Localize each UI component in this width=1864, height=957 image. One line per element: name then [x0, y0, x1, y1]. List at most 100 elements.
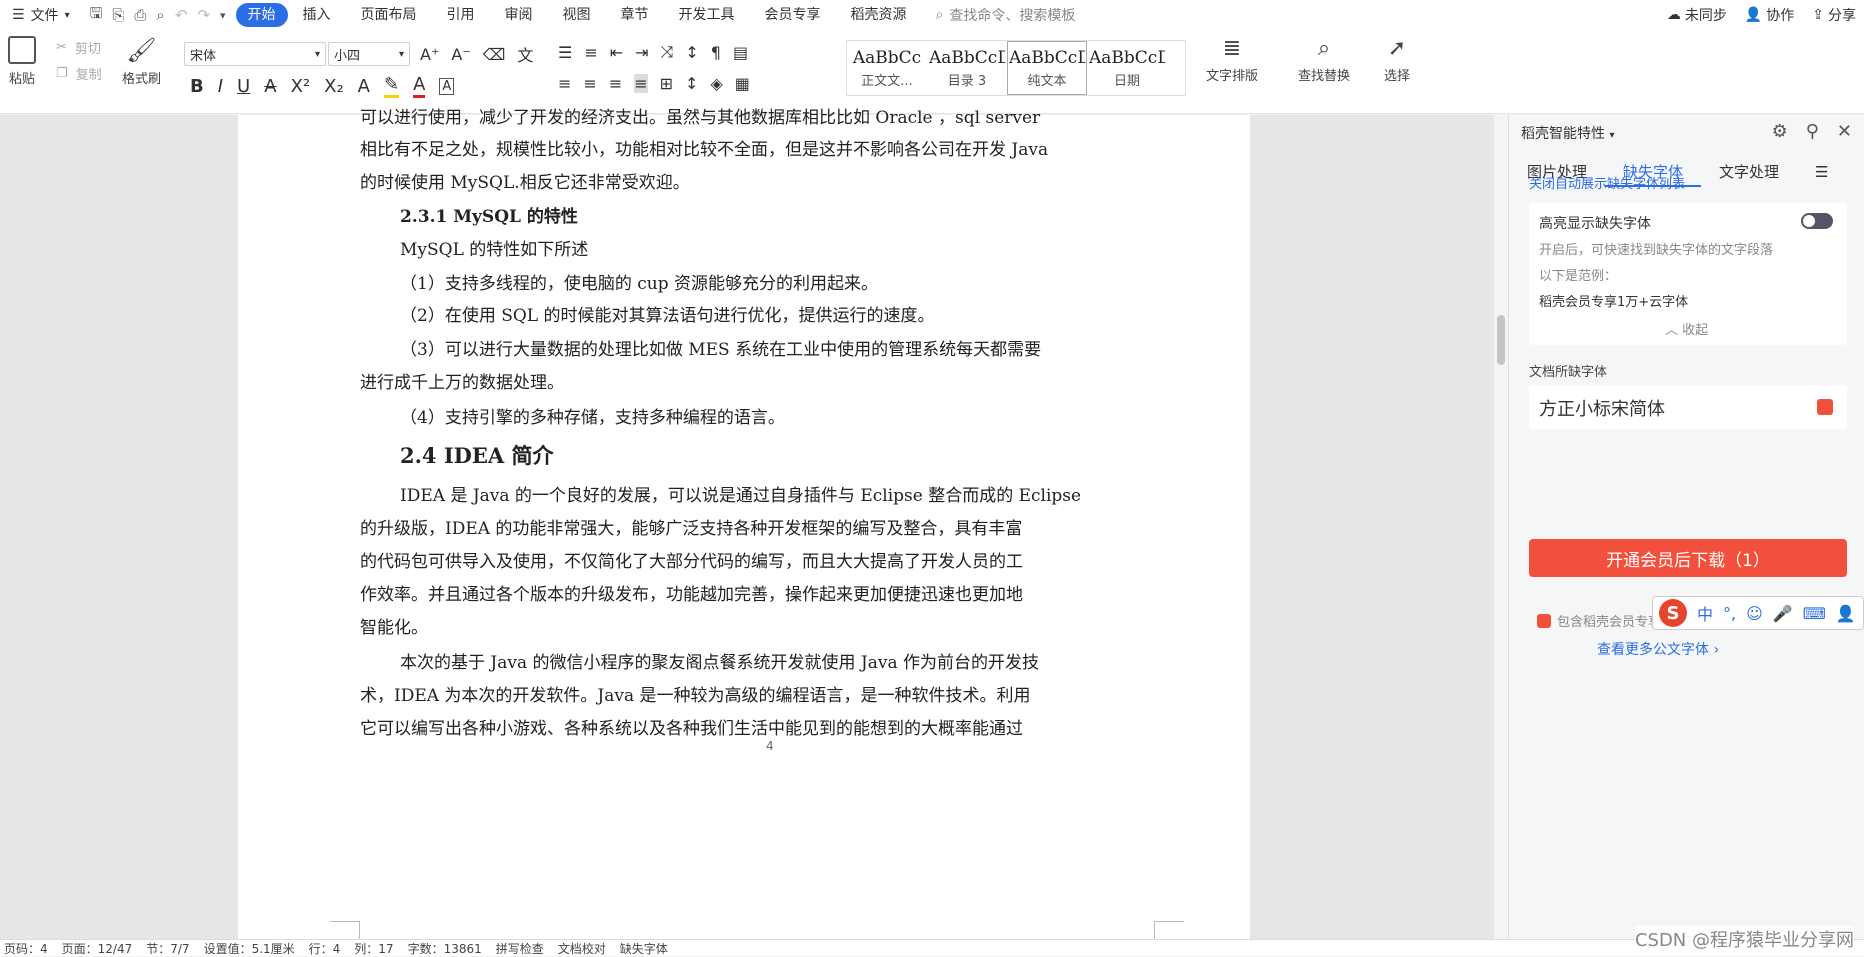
char-border-icon[interactable]: A — [439, 77, 455, 95]
text-effect-icon[interactable]: A — [358, 76, 370, 97]
download-button[interactable]: 开通会员后下载（1） — [1529, 539, 1847, 577]
copy-button[interactable]: ❐ 复制 — [56, 64, 102, 83]
tab-insert[interactable]: 插入 — [288, 3, 346, 27]
tab-review[interactable]: 审阅 — [490, 3, 548, 27]
font-color-icon[interactable]: A — [413, 74, 426, 98]
borders-icon[interactable]: ▦ — [735, 74, 750, 93]
grow-font-icon[interactable]: A⁺ — [420, 45, 439, 64]
menu-icon[interactable]: ☰ — [1797, 157, 1846, 187]
format-painter-button[interactable]: 🖌 格式刷 — [122, 36, 161, 87]
font-name-value: 宋体 — [190, 48, 217, 64]
print-preview-icon[interactable]: ⌕ — [156, 6, 164, 24]
table-tools-icon[interactable]: ▤ — [733, 43, 748, 62]
status-item[interactable]: 拼写检查 — [496, 940, 544, 957]
highlight-toggle[interactable] — [1801, 213, 1833, 229]
paste-button[interactable]: 粘贴 — [8, 36, 36, 87]
tab-page-layout[interactable]: 页面布局 — [346, 3, 432, 27]
export-pdf-icon[interactable]: ⎘ — [112, 6, 124, 24]
status-item: 页码：4 — [4, 941, 48, 956]
document-page[interactable]: 可以进行使用，减少了开发的经济支出。虽然与其他数据库相比比如 Oracle ，s… — [238, 108, 1250, 951]
scroll-thumb[interactable] — [1497, 315, 1505, 365]
chinese-layout-icon[interactable]: ⤨ — [661, 42, 674, 62]
missing-font-card[interactable]: 方正小标宋简体 — [1529, 385, 1847, 429]
bullet-list-icon[interactable]: ☰ — [558, 43, 572, 62]
print-icon[interactable]: ⎙ — [134, 6, 146, 24]
user-icon[interactable]: 👤 — [1836, 604, 1856, 623]
collab-button[interactable]: 👤 协作 — [1745, 5, 1794, 25]
tab-home[interactable]: 开始 — [235, 3, 288, 27]
close-icon[interactable]: ✕ — [1837, 121, 1852, 142]
align-center-icon[interactable]: ≡ — [583, 74, 596, 93]
share-button[interactable]: ⇪ 分享 — [1812, 5, 1856, 25]
redo-icon[interactable]: ↷ — [197, 6, 210, 24]
punctuation-icon[interactable]: °, — [1723, 604, 1736, 623]
decrease-indent-icon[interactable]: ⇤ — [610, 43, 623, 62]
more-fonts-link[interactable]: 查看更多公文字体 › — [1597, 639, 1719, 659]
find-replace-button[interactable]: ⌕ 查找替换 — [1298, 36, 1350, 84]
close-auto-show-link[interactable]: 关闭自动展示缺失字体列表 — [1529, 173, 1685, 192]
font-size-select[interactable]: 小四 ▾ — [328, 42, 410, 66]
style-item-normal[interactable]: AaBbCc 正文文... — [847, 41, 927, 95]
brush-icon: 🖌 — [126, 36, 157, 64]
command-search[interactable]: ⌕ 查找命令、搜索模板 — [936, 5, 1076, 25]
phonetic-guide-icon[interactable]: 文 — [517, 42, 533, 66]
text-layout-button[interactable]: ≣ 文字排版 — [1206, 36, 1258, 84]
cut-button[interactable]: ✂ 剪切 — [56, 38, 101, 57]
underline-icon[interactable]: U — [237, 76, 250, 97]
tab-text-processing[interactable]: 文字处理 — [1701, 157, 1797, 187]
increase-indent-icon[interactable]: ⇥ — [635, 43, 648, 62]
more-chevron-icon[interactable]: ▾ — [220, 9, 226, 22]
gear-icon[interactable]: ⚙ — [1772, 121, 1788, 142]
align-right-icon[interactable]: ≡ — [609, 74, 622, 93]
shading-icon[interactable]: ◈ — [710, 74, 722, 93]
pin-icon[interactable]: ⚲ — [1806, 121, 1819, 142]
chevron-down-icon: ▾ — [64, 9, 70, 21]
strikethrough-icon[interactable]: A — [264, 76, 276, 97]
tab-docer-resources[interactable]: 稻壳资源 — [836, 3, 922, 27]
collapse-button[interactable]: ︿ 收起 — [1665, 319, 1708, 338]
ime-toolbar[interactable]: S 中 °, ☺ 🎤 ⌨ 👤 — [1652, 596, 1864, 630]
save-icon[interactable]: 🖫 — [90, 3, 103, 28]
paragraph-tools-row1: ☰ ≡ ⇤ ⇥ ⤨ ↕ ¶ ▤ — [558, 42, 748, 62]
tab-view[interactable]: 视图 — [548, 3, 606, 27]
tab-developer[interactable]: 开发工具 — [664, 3, 750, 27]
tab-section[interactable]: 章节 — [606, 3, 664, 27]
tab-references[interactable]: 引用 — [432, 3, 490, 27]
ime-mode[interactable]: 中 — [1697, 601, 1713, 625]
panel-title[interactable]: 稻壳智能特性 ▾ — [1521, 123, 1614, 143]
collapse-label: 收起 — [1682, 323, 1709, 338]
microphone-icon[interactable]: 🎤 — [1773, 604, 1793, 623]
clear-format-icon[interactable]: ⌫ — [483, 45, 506, 64]
sync-label: 未同步 — [1684, 8, 1727, 24]
align-left-icon[interactable]: ≡ — [558, 74, 571, 93]
member-badge-icon — [1537, 613, 1551, 628]
superscript-icon[interactable]: X² — [291, 76, 311, 97]
undo-icon[interactable]: ↶ — [175, 6, 188, 24]
italic-icon[interactable]: I — [218, 76, 223, 97]
keyboard-icon[interactable]: ⌨ — [1803, 604, 1826, 623]
select-button[interactable]: ➚ 选择 — [1384, 36, 1410, 84]
style-item-plain-text[interactable]: AaBbCcD 纯文本 — [1007, 41, 1087, 95]
tab-member[interactable]: 会员专享 — [750, 3, 836, 27]
sort-icon[interactable]: ↕ — [685, 43, 698, 62]
highlight-icon[interactable]: ✎ — [383, 74, 400, 98]
status-item[interactable]: 缺失字体 — [620, 940, 668, 957]
shrink-font-icon[interactable]: A⁻ — [451, 45, 470, 64]
line-spacing-icon[interactable]: ↕ — [685, 74, 698, 93]
style-item-date[interactable]: AaBbCcD 日期 — [1087, 41, 1167, 95]
share-label: 分享 — [1828, 8, 1856, 24]
sync-status[interactable]: ☁ 未同步 — [1667, 5, 1727, 25]
emoji-icon[interactable]: ☺ — [1746, 604, 1763, 623]
bold-icon[interactable]: B — [190, 76, 204, 97]
distributed-icon[interactable]: ⊞ — [660, 74, 673, 93]
paragraph-line: MySQL 的特性如下所述 — [400, 240, 589, 260]
file-menu[interactable]: ☰ 文件 ▾ — [0, 5, 80, 25]
subscript-icon[interactable]: X₂ — [324, 76, 344, 97]
style-item-toc3[interactable]: AaBbCcD 目录 3 — [927, 41, 1007, 95]
status-item[interactable]: 文档校对 — [558, 940, 606, 957]
font-name-select[interactable]: 宋体 ▾ — [184, 42, 326, 66]
show-marks-icon[interactable]: ¶ — [711, 43, 721, 62]
justify-icon[interactable]: ≡ — [634, 74, 648, 93]
vertical-scrollbar[interactable] — [1494, 115, 1508, 939]
numbered-list-icon[interactable]: ≡ — [584, 43, 597, 62]
